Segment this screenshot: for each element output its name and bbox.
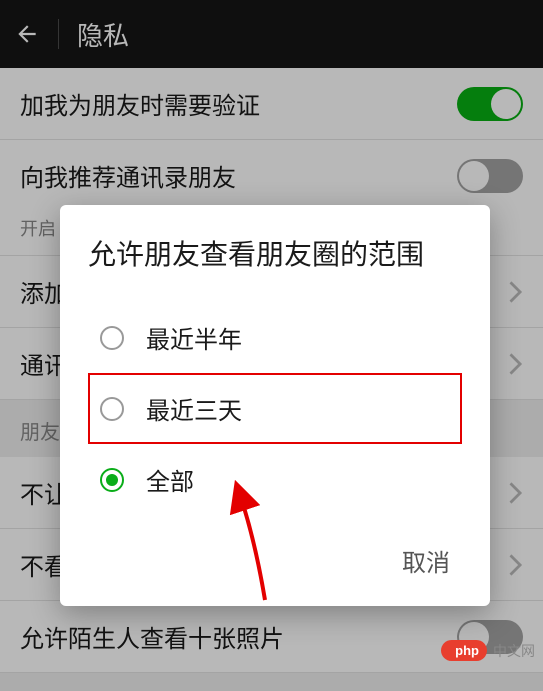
toggle-recommend[interactable]: [457, 159, 523, 193]
toggle-verify[interactable]: [457, 87, 523, 121]
dialog-title: 允许朋友查看朋友圈的范围: [88, 235, 462, 274]
option-label: 最近半年: [146, 320, 242, 355]
option-label: 全部: [146, 462, 194, 497]
option-three-days[interactable]: 最近三天: [88, 373, 462, 444]
watermark: php 中文网: [441, 640, 535, 661]
moments-range-dialog: 允许朋友查看朋友圈的范围 最近半年 最近三天 全部 取消: [60, 205, 490, 606]
option-all[interactable]: 全部: [88, 444, 462, 515]
radio-selected-icon: [100, 468, 124, 492]
option-half-year[interactable]: 最近半年: [88, 302, 462, 373]
chevron-right-icon: [509, 482, 523, 504]
watermark-text: 中文网: [493, 641, 535, 661]
radio-icon: [100, 326, 124, 350]
back-arrow-icon[interactable]: [14, 21, 40, 47]
header-divider: [58, 19, 59, 49]
chevron-right-icon: [509, 554, 523, 576]
row-recommend[interactable]: 向我推荐通讯录朋友: [0, 140, 543, 211]
chevron-right-icon: [509, 353, 523, 375]
row-label: 允许陌生人查看十张照片: [20, 619, 284, 654]
page-title: 隐私: [77, 16, 129, 53]
watermark-badge: php: [441, 640, 487, 661]
row-tenphotos[interactable]: 允许陌生人查看十张照片: [0, 601, 543, 673]
header-bar: 隐私: [0, 0, 543, 68]
radio-icon: [100, 397, 124, 421]
row-label: 向我推荐通讯录朋友: [20, 158, 236, 193]
chevron-right-icon: [509, 281, 523, 303]
row-verify[interactable]: 加我为朋友时需要验证: [0, 68, 543, 140]
option-label: 最近三天: [146, 391, 242, 426]
row-label: 加我为朋友时需要验证: [20, 86, 260, 121]
cancel-button[interactable]: 取消: [390, 535, 462, 586]
